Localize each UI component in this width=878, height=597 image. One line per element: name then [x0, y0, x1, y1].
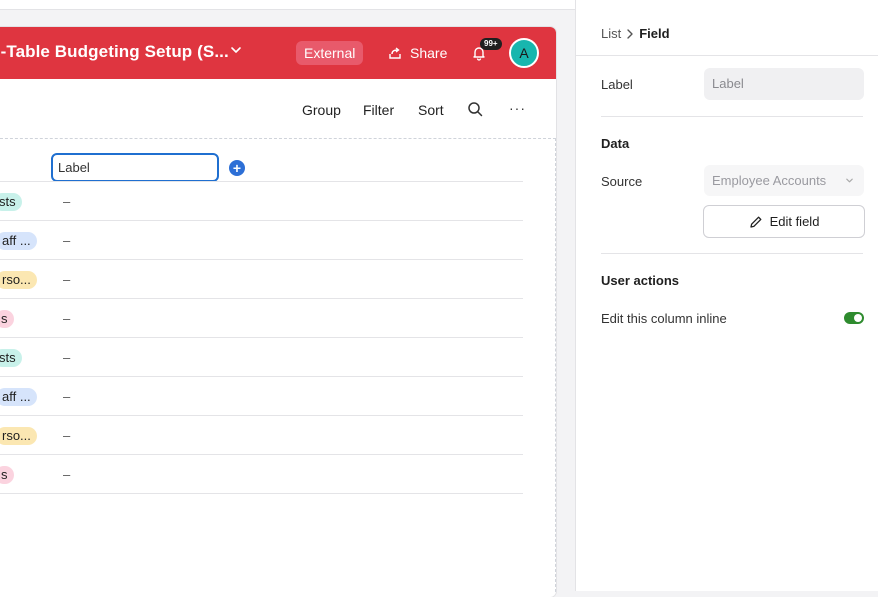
chevron-down-icon [846, 178, 853, 183]
toggle-knob [854, 314, 862, 322]
top-strip [0, 0, 576, 10]
list-rows: sts – aff ... – rso... – s – sts – aff ... – rso... –… [0, 182, 523, 494]
empty-cell-value: – [63, 272, 71, 287]
list-row[interactable]: sts – [0, 182, 523, 221]
app-header: ti-Table Budgeting Setup (S... External … [0, 27, 556, 79]
category-tag: rso... [0, 427, 37, 445]
category-tag: sts [0, 193, 22, 211]
label-field[interactable]: Label [704, 68, 864, 100]
interface-title[interactable]: ti-Table Budgeting Setup (S... [0, 42, 229, 62]
external-badge[interactable]: External [296, 41, 364, 65]
more-options-button[interactable]: ··· [509, 100, 526, 116]
empty-cell-value: – [63, 194, 71, 209]
sort-button[interactable]: Sort [418, 102, 444, 118]
inline-edit-toggle[interactable] [844, 312, 864, 324]
label-caption: Label [601, 77, 633, 92]
category-tag: sts [0, 349, 22, 367]
category-tag: rso... [0, 271, 37, 289]
section-divider [601, 116, 863, 117]
user-actions-heading: User actions [601, 273, 680, 288]
empty-cell-value: – [63, 467, 71, 482]
source-caption: Source [601, 174, 643, 189]
search-icon[interactable] [467, 101, 483, 117]
list-row[interactable]: aff ... – [0, 377, 523, 416]
selection-outline-right [555, 138, 556, 597]
pencil-icon [749, 216, 762, 228]
panel-divider [576, 55, 878, 56]
edit-field-button[interactable]: Edit field [703, 205, 865, 238]
filter-button[interactable]: Filter [363, 102, 394, 118]
list-row[interactable]: s – [0, 299, 523, 338]
share-icon [389, 47, 401, 59]
notification-badge: 99+ [480, 38, 502, 50]
chevron-right-icon [627, 28, 633, 39]
source-value: Employee Accounts [712, 173, 827, 188]
breadcrumb-list[interactable]: List [601, 26, 621, 41]
category-tag: s [0, 466, 14, 484]
share-button[interactable]: Share [388, 41, 447, 65]
data-heading: Data [601, 136, 630, 151]
empty-cell-value: – [63, 311, 71, 326]
empty-cell-value: – [63, 350, 71, 365]
inline-edit-caption: Edit this column inline [601, 311, 727, 326]
properties-panel: List Field Label Label Data Source Emplo… [575, 0, 878, 591]
list-row[interactable]: aff ... – [0, 221, 523, 260]
share-label: Share [410, 45, 448, 61]
group-button[interactable]: Group [302, 102, 341, 118]
column-label-input[interactable]: Label [51, 153, 219, 182]
section-divider [601, 253, 863, 254]
chevron-down-icon[interactable] [230, 44, 242, 56]
list-row[interactable]: sts – [0, 338, 523, 377]
empty-cell-value: – [63, 233, 71, 248]
list-row[interactable]: rso... – [0, 416, 523, 455]
source-select[interactable]: Employee Accounts [704, 165, 864, 196]
list-row[interactable]: s – [0, 455, 523, 494]
category-tag: aff ... [0, 232, 37, 250]
empty-cell-value: – [63, 428, 71, 443]
interface-preview: ti-Table Budgeting Setup (S... External … [0, 27, 556, 597]
category-tag: s [0, 310, 14, 328]
breadcrumb-field: Field [639, 26, 670, 41]
category-tag: aff ... [0, 388, 37, 406]
breadcrumb: List Field [601, 26, 670, 41]
edit-field-label: Edit field [769, 214, 820, 229]
selection-outline-top [0, 138, 556, 139]
avatar[interactable]: A [509, 38, 539, 68]
empty-cell-value: – [63, 389, 71, 404]
add-column-button[interactable]: + [229, 160, 245, 176]
list-row[interactable]: rso... – [0, 260, 523, 299]
